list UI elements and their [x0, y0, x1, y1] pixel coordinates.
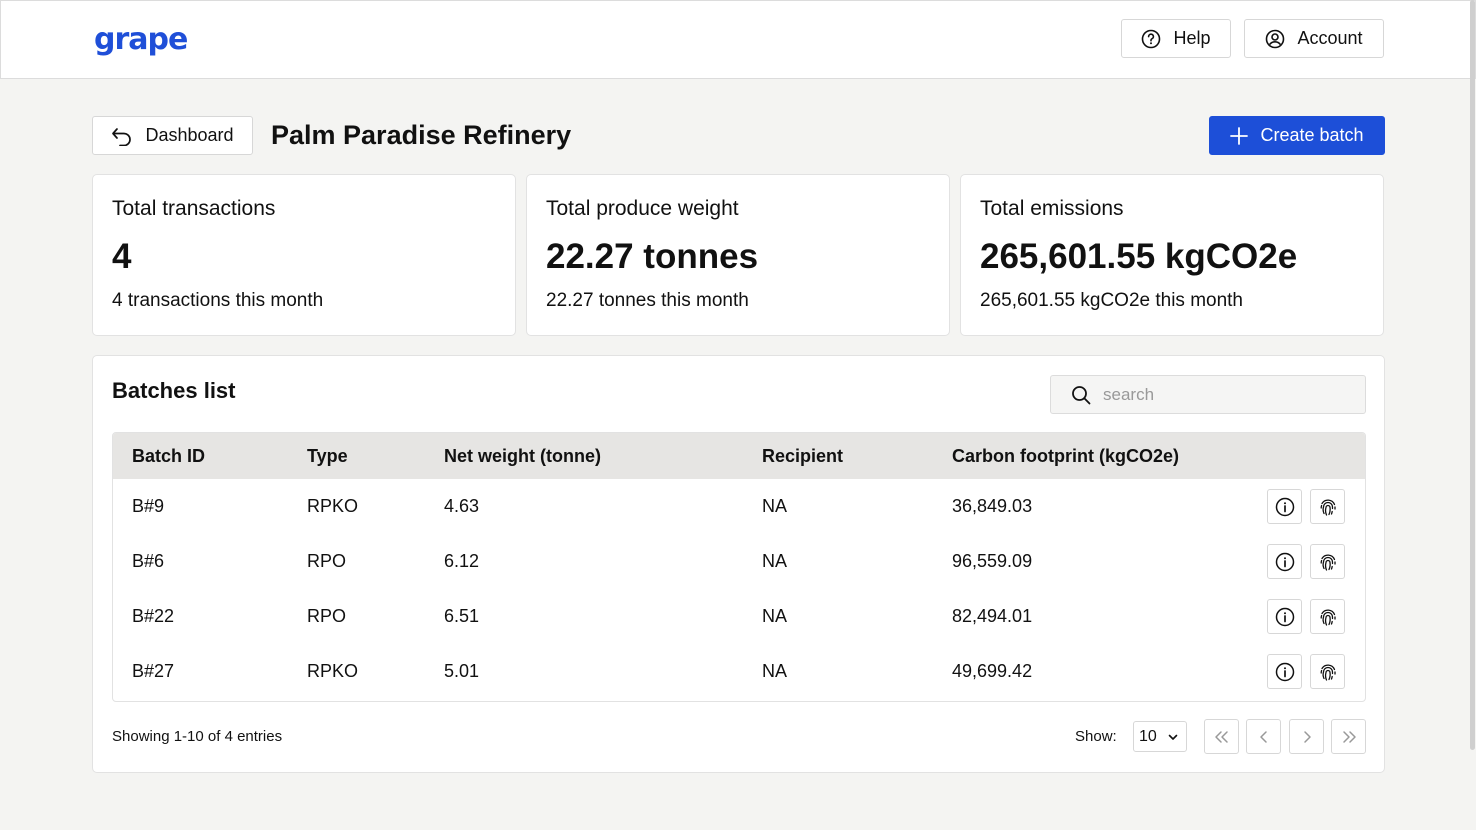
page-size-select[interactable]: 10	[1133, 721, 1187, 752]
first-page-button[interactable]	[1204, 719, 1239, 754]
cell-carbon-footprint: 49,699.42	[952, 661, 1033, 681]
cell-recipient: NA	[762, 551, 788, 571]
cell-batch-id: B#27	[132, 661, 175, 681]
search-input[interactable]	[1103, 384, 1353, 405]
fingerprint-button[interactable]	[1310, 654, 1345, 689]
fingerprint-icon	[1320, 608, 1336, 626]
fingerprint-button[interactable]	[1310, 489, 1345, 524]
back-arrow-icon	[112, 127, 132, 146]
create-batch-button[interactable]: Create batch	[1209, 116, 1385, 155]
info-button[interactable]	[1267, 599, 1302, 634]
help-label: Help	[1173, 28, 1211, 48]
page-scrollbar[interactable]	[1470, 0, 1475, 750]
stat-value: 22.27 tonnes	[546, 237, 759, 276]
stat-label: Total produce weight	[546, 197, 739, 220]
back-to-dashboard-button[interactable]: Dashboard	[92, 116, 253, 155]
help-button[interactable]: Help	[1121, 19, 1231, 58]
table-row: B#9 RPKO 4.63 NA 36,849.03	[113, 479, 1365, 534]
cell-type: RPO	[307, 606, 347, 626]
info-icon	[1275, 552, 1294, 571]
column-header-carbon-footprint[interactable]: Carbon footprint (kgCO2e)	[952, 446, 1179, 467]
stat-subtext: 265,601.55 kgCO2e this month	[980, 290, 1244, 311]
cell-net-weight: 6.12	[444, 551, 480, 571]
page-size-value: 10	[1139, 727, 1157, 745]
cell-carbon-footprint: 96,559.09	[952, 551, 1033, 571]
cell-batch-id: B#6	[132, 551, 165, 571]
cell-batch-id: B#9	[132, 496, 165, 516]
last-page-button[interactable]	[1331, 719, 1366, 754]
fingerprint-button[interactable]	[1310, 599, 1345, 634]
help-icon	[1142, 29, 1161, 48]
fingerprint-icon	[1320, 498, 1336, 516]
search-box[interactable]	[1050, 375, 1366, 414]
stat-label: Total transactions	[112, 197, 276, 220]
previous-page-button[interactable]	[1246, 719, 1281, 754]
page-size-label: Show:	[1075, 728, 1117, 745]
info-icon	[1275, 497, 1294, 516]
cell-type: RPKO	[307, 661, 359, 681]
cell-recipient: NA	[762, 661, 788, 681]
cell-recipient: NA	[762, 496, 788, 516]
table-row: B#6 RPO 6.12 NA 96,559.09	[113, 534, 1365, 589]
fingerprint-button[interactable]	[1310, 544, 1345, 579]
column-header-net-weight[interactable]: Net weight (tonne)	[444, 446, 601, 467]
account-label: Account	[1297, 28, 1363, 48]
stat-subtext: 4 transactions this month	[112, 290, 324, 311]
stat-label: Total emissions	[980, 197, 1124, 220]
cell-type: RPO	[307, 551, 347, 571]
fingerprint-icon	[1320, 663, 1336, 681]
plus-icon	[1230, 126, 1249, 145]
stat-card-produce-weight: Total produce weight 22.27 tonnes 22.27 …	[526, 174, 950, 336]
stat-value: 4	[112, 237, 132, 276]
column-header-type[interactable]: Type	[307, 446, 348, 467]
cell-net-weight: 6.51	[444, 606, 480, 626]
table-header: Batch ID Type Net weight (tonne) Recipie…	[113, 433, 1365, 479]
cell-type: RPKO	[307, 496, 359, 516]
fingerprint-icon	[1320, 553, 1336, 571]
batches-title: Batches list	[112, 378, 236, 403]
chevron-right-icon	[1303, 730, 1311, 743]
cell-carbon-footprint: 82,494.01	[952, 606, 1033, 626]
column-header-recipient[interactable]: Recipient	[762, 446, 843, 467]
chevrons-left-icon	[1214, 730, 1228, 743]
stat-value: 265,601.55 kgCO2e	[980, 237, 1298, 276]
cell-batch-id: B#22	[132, 606, 175, 626]
info-button[interactable]	[1267, 489, 1302, 524]
column-header-batch-id[interactable]: Batch ID	[132, 446, 205, 467]
chevron-left-icon	[1259, 730, 1267, 743]
next-page-button[interactable]	[1289, 719, 1324, 754]
cell-recipient: NA	[762, 606, 788, 626]
info-button[interactable]	[1267, 654, 1302, 689]
cell-carbon-footprint: 36,849.03	[952, 496, 1033, 516]
cell-net-weight: 5.01	[444, 661, 480, 681]
search-icon	[1072, 385, 1091, 404]
entries-summary: Showing 1-10 of 4 entries	[112, 728, 283, 745]
create-batch-label: Create batch	[1260, 125, 1364, 145]
table-row: B#22 RPO 6.51 NA 82,494.01	[113, 589, 1365, 644]
table-row: B#27 RPKO 5.01 NA 49,699.42	[113, 644, 1365, 699]
back-label: Dashboard	[145, 125, 234, 145]
stat-card-emissions: Total emissions 265,601.55 kgCO2e 265,60…	[960, 174, 1384, 336]
cell-net-weight: 4.63	[444, 496, 480, 516]
batches-panel: Batches list Batch ID Type Net weight (t…	[92, 355, 1385, 773]
info-button[interactable]	[1267, 544, 1302, 579]
grape-logo[interactable]: grape	[94, 23, 188, 57]
info-icon	[1275, 662, 1294, 681]
user-circle-icon	[1266, 29, 1285, 48]
stat-subtext: 22.27 tonnes this month	[546, 290, 749, 311]
chevrons-right-icon	[1342, 730, 1356, 743]
stat-card-transactions: Total transactions 4 4 transactions this…	[92, 174, 516, 336]
account-button[interactable]: Account	[1244, 19, 1384, 58]
info-icon	[1275, 607, 1294, 626]
batches-table: Batch ID Type Net weight (tonne) Recipie…	[112, 432, 1366, 702]
page-title: Palm Paradise Refinery	[271, 120, 572, 150]
chevron-down-icon	[1168, 734, 1178, 740]
